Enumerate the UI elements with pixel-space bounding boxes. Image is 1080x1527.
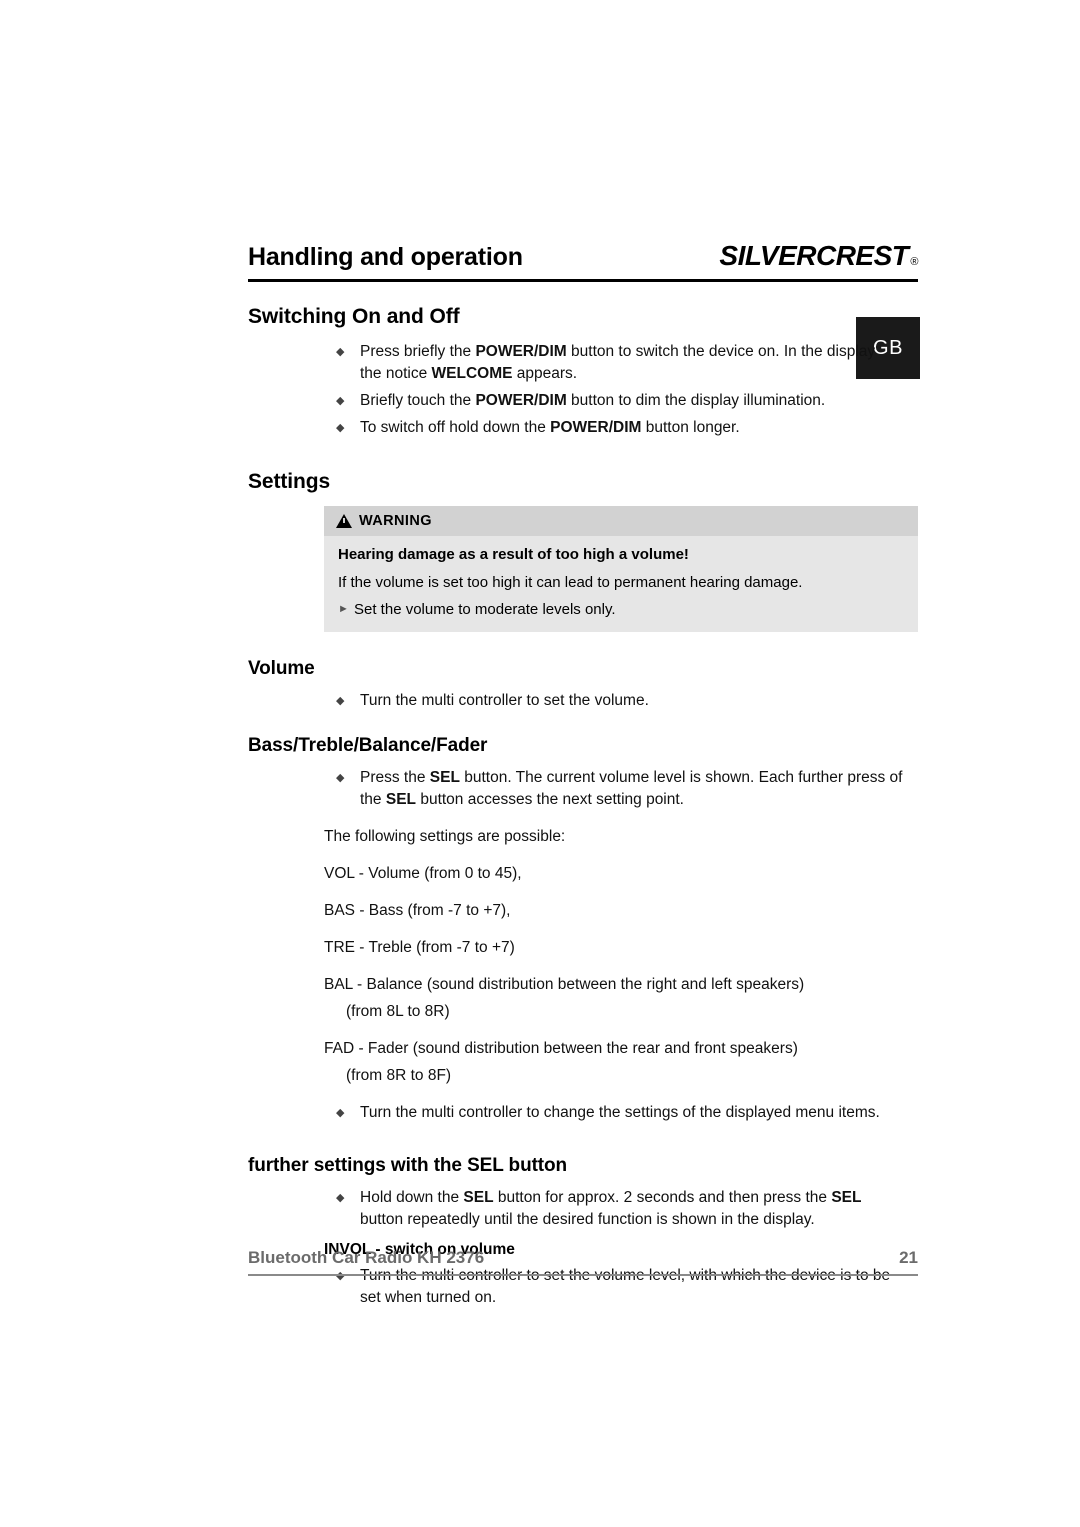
chapter-title: Handling and operation: [248, 243, 523, 271]
page-content: Switching On and Off ◆ Press briefly the…: [248, 305, 918, 1314]
bass-intro-text: The following settings are possible:: [324, 828, 566, 845]
switching-bullet-list: ◆ Press briefly the POWER/DIM button to …: [248, 341, 918, 439]
page-footer: Bluetooth Car Radio KH 2376 21: [248, 1248, 918, 1276]
setting-line-tre: TRE - Treble (from -7 to +7): [324, 939, 515, 956]
list-item-text: Hold down the SEL button for approx. 2 s…: [360, 1189, 862, 1228]
bass-bullet-list-bottom: ◆ Turn the multi controller to change th…: [248, 1102, 918, 1124]
list-item-text: Turn the multi controller to set the vol…: [360, 692, 649, 709]
list-item-text: Briefly touch the POWER/DIM button to di…: [360, 392, 826, 409]
diamond-bullet-icon: ◆: [336, 772, 345, 784]
page-header: Handling and operation SILVER CREST ®: [248, 240, 918, 282]
diamond-bullet-icon: ◆: [336, 695, 345, 707]
list-item: ◆ Turn the multi controller to change th…: [248, 1102, 918, 1124]
list-item-text: Press the SEL button. The current volume…: [360, 769, 903, 808]
setting-line-fad-range: (from 8R to 8F): [346, 1067, 452, 1084]
diamond-bullet-icon: ◆: [336, 422, 345, 434]
warning-title: WARNING: [359, 513, 432, 529]
brand-logo-silver: SILVER: [719, 240, 816, 271]
bass-bullet-list-top: ◆ Press the SEL button. The current volu…: [248, 767, 918, 811]
list-item: ◆ To switch off hold down the POWER/DIM …: [248, 417, 918, 439]
footer-row: Bluetooth Car Radio KH 2376 21: [248, 1248, 918, 1268]
warning-action-text: Set the volume to moderate levels only.: [354, 601, 616, 618]
subsection-heading-volume: Volume: [248, 658, 315, 679]
volume-bullet-list: ◆ Turn the multi controller to set the v…: [248, 690, 918, 712]
diamond-bullet-icon: ◆: [336, 1107, 345, 1119]
list-item: ◆ Turn the multi controller to set the v…: [248, 690, 918, 712]
setting-line-vol: VOL - Volume (from 0 to 45),: [324, 865, 522, 882]
further-bullet-list-top: ◆ Hold down the SEL button for approx. 2…: [248, 1187, 918, 1231]
list-item: ◆ Briefly touch the POWER/DIM button to …: [248, 390, 918, 412]
arrow-bullet-icon: ►: [338, 603, 349, 615]
page-number: 21: [899, 1248, 918, 1267]
setting-line-bas: BAS - Bass (from -7 to +7),: [324, 902, 511, 919]
document-page: Handling and operation SILVER CREST ® GB S…: [0, 0, 1080, 1527]
list-item-text: To switch off hold down the POWER/DIM bu…: [360, 419, 740, 436]
section-heading-settings: Settings: [248, 470, 331, 493]
warning-triangle-icon: [336, 514, 352, 528]
warning-body: Hearing damage as a result of too high a…: [324, 536, 918, 632]
header-row: Handling and operation SILVER CREST ®: [248, 240, 918, 272]
diamond-bullet-icon: ◆: [336, 395, 345, 407]
list-item: ◆ Hold down the SEL button for approx. 2…: [248, 1187, 918, 1231]
warning-box: WARNING Hearing damage as a result of to…: [324, 506, 918, 632]
brand-logo: SILVER CREST ®: [719, 240, 918, 272]
diamond-bullet-icon: ◆: [336, 346, 345, 358]
brand-logo-crest: CREST: [815, 240, 909, 271]
footer-product-title: Bluetooth Car Radio KH 2376: [248, 1248, 485, 1267]
header-divider: [248, 279, 918, 282]
list-item-text: Turn the multi controller to change the …: [360, 1104, 880, 1121]
warning-title-bar: WARNING: [324, 506, 918, 536]
setting-line-bal: BAL - Balance (sound distribution betwee…: [324, 976, 805, 993]
brand-logo-registered-mark: ®: [910, 256, 918, 268]
warning-action-item: ► Set the volume to moderate levels only…: [338, 599, 904, 620]
list-item: ◆ Press the SEL button. The current volu…: [248, 767, 918, 811]
footer-divider: [248, 1274, 918, 1276]
subsection-heading-further-settings: further settings with the SEL button: [248, 1155, 568, 1176]
list-item-text: Press briefly the POWER/DIM button to sw…: [360, 343, 876, 382]
warning-description: If the volume is set too high it can lea…: [338, 574, 803, 591]
diamond-bullet-icon: ◆: [336, 1192, 345, 1204]
subsection-heading-bass-treble-balance-fader: Bass/Treble/Balance/Fader: [248, 735, 488, 756]
setting-line-bal-range: (from 8L to 8R): [346, 1003, 450, 1020]
setting-line-fad: FAD - Fader (sound distribution between …: [324, 1040, 798, 1057]
warning-lead-text: Hearing damage as a result of too high a…: [338, 546, 689, 563]
list-item: ◆ Press briefly the POWER/DIM button to …: [248, 341, 918, 385]
section-heading-switching: Switching On and Off: [248, 305, 460, 328]
